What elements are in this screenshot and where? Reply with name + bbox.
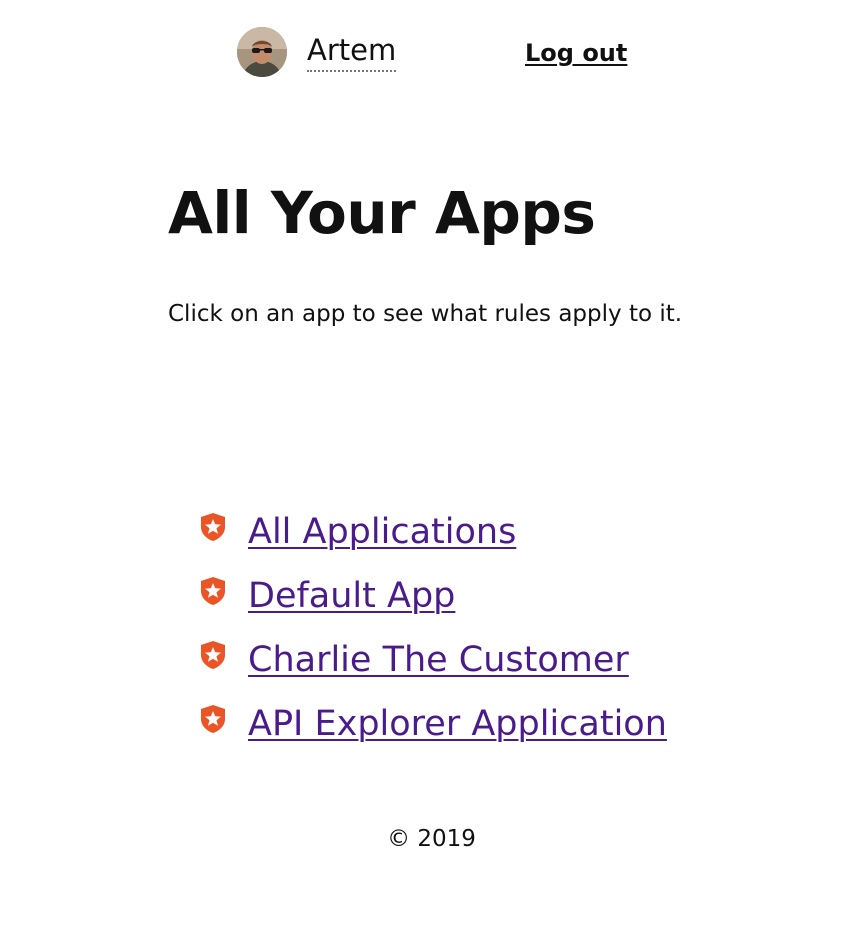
copyright-text: © 2019 (387, 826, 476, 852)
page-intro: Click on an app to see what rules apply … (168, 301, 683, 327)
auth0-shield-icon (201, 641, 225, 669)
auth0-shield-icon (201, 513, 225, 541)
auth0-shield-icon (201, 577, 225, 605)
user-name: Artem (307, 30, 397, 72)
user-photo-icon (237, 27, 287, 77)
app-list-item: API Explorer Application (198, 692, 667, 756)
avatar (237, 27, 287, 77)
app-link-default-app[interactable]: Default App (248, 572, 455, 620)
app-link-all-applications[interactable]: All Applications (248, 508, 516, 556)
app-list-item: All Applications (198, 500, 667, 564)
app-list-item: Charlie The Customer (198, 628, 667, 692)
app-link-api-explorer-application[interactable]: API Explorer Application (248, 700, 667, 748)
header: Artem Log out (0, 0, 855, 100)
app-list-item: Default App (198, 564, 667, 628)
auth0-shield-icon (201, 705, 225, 733)
app-link-charlie-the-customer[interactable]: Charlie The Customer (248, 636, 629, 684)
footer: © 2019 (0, 822, 855, 856)
logout-link[interactable]: Log out (525, 37, 627, 69)
page-title: All Your Apps (168, 179, 596, 247)
app-list: All Applications Default App Charlie The… (198, 500, 667, 756)
